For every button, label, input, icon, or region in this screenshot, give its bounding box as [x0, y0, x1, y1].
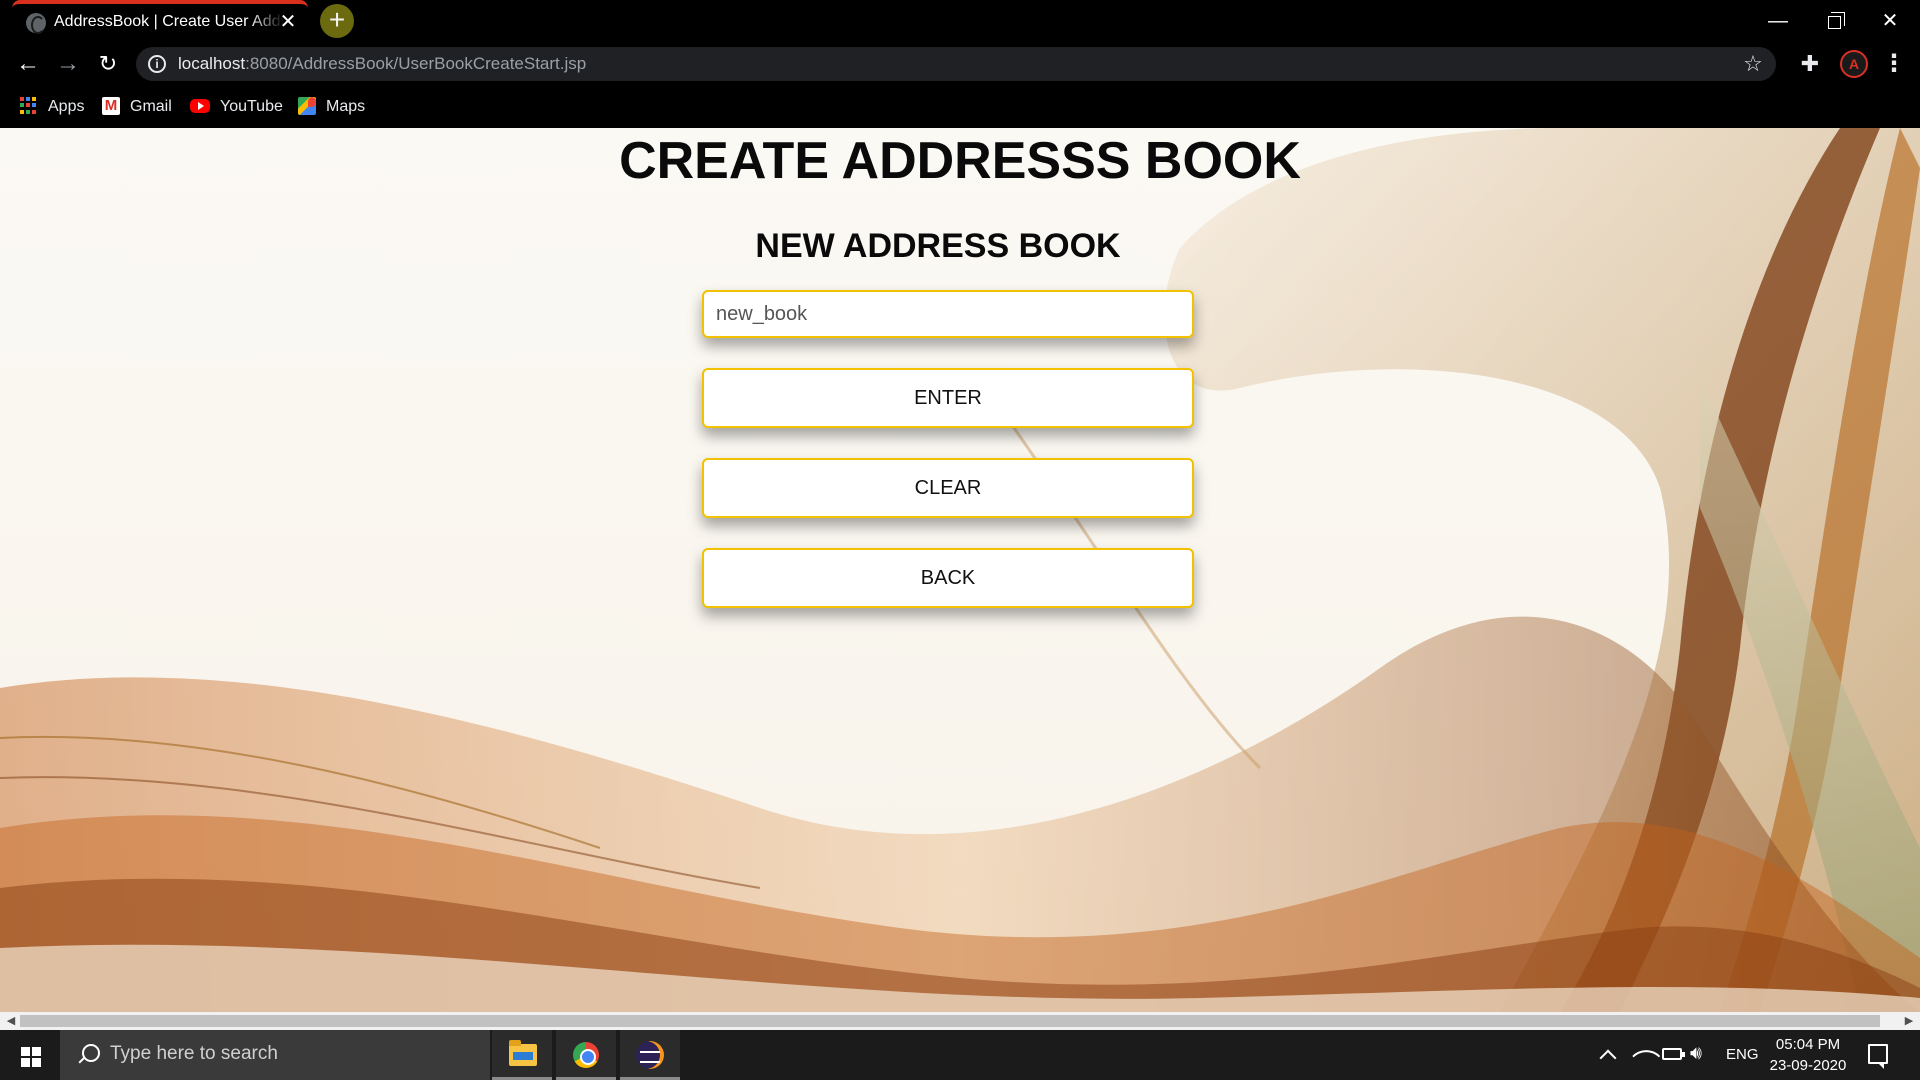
profile-avatar[interactable]: A: [1840, 50, 1868, 78]
language-indicator[interactable]: ENG: [1726, 1046, 1759, 1080]
youtube-icon: [190, 98, 210, 113]
scroll-right-icon[interactable]: ▶: [1900, 1012, 1918, 1030]
close-icon[interactable]: ✕: [276, 10, 300, 34]
clock-time: 05:04 PM: [1775, 1036, 1841, 1053]
forward-button[interactable]: →: [52, 48, 84, 80]
chevron-up-icon[interactable]: [1599, 1049, 1617, 1067]
apps-grid-icon: [20, 96, 38, 115]
clear-button[interactable]: CLEAR: [702, 458, 1194, 518]
browser-toolbar: ← → ↻ i localhost:8080/AddressBook/UserB…: [0, 42, 1920, 86]
restore-icon: [1827, 12, 1845, 29]
chrome-icon: [573, 1042, 599, 1068]
address-bar[interactable]: i localhost:8080/AddressBook/UserBookCre…: [136, 47, 1776, 81]
bookmark-label: Gmail: [130, 98, 172, 115]
bookmark-label: Maps: [326, 98, 366, 115]
arrow-right-icon: →: [56, 50, 80, 77]
start-button[interactable]: [0, 1030, 60, 1080]
page-title-text: CREATE ADDRESSS BOOK: [619, 132, 1301, 190]
clock[interactable]: 05:04 PM 23-09-2020: [1766, 1034, 1850, 1080]
arrow-left-icon: ←: [16, 50, 40, 77]
minimize-button[interactable]: —: [1752, 4, 1804, 38]
kebab-menu-icon[interactable]: ⋮: [1882, 50, 1906, 78]
horizontal-scrollbar[interactable]: ◀ ▶: [0, 1012, 1920, 1030]
eclipse-icon: [636, 1041, 664, 1069]
windows-taskbar: Type here to search 🔊︎ ENG 05:04 PM 23-0…: [0, 1030, 1920, 1080]
puzzle-icon[interactable]: ✚: [1796, 50, 1824, 78]
scroll-left-icon[interactable]: ◀: [2, 1012, 20, 1030]
taskbar-chrome[interactable]: [556, 1030, 616, 1080]
volume-icon[interactable]: 🔊︎: [1690, 1043, 1702, 1080]
page-favicon-icon: [26, 13, 46, 34]
search-placeholder: Type here to search: [110, 1043, 278, 1064]
tab-strip: AddressBook | Create User Address Book ✕…: [0, 0, 1920, 42]
bookmark-apps[interactable]: Apps: [20, 95, 84, 119]
wifi-icon[interactable]: [1632, 1046, 1652, 1064]
bookmark-youtube[interactable]: YouTube: [190, 95, 283, 119]
section-title: NEW ADDRESS BOOK: [755, 227, 1121, 265]
enter-button[interactable]: ENTER: [702, 368, 1194, 428]
window-close-button[interactable]: ✕: [1864, 4, 1916, 38]
maps-icon: [298, 96, 316, 115]
battery-icon[interactable]: [1662, 1048, 1685, 1060]
reload-button[interactable]: ↻: [92, 48, 124, 80]
gmail-icon: [102, 94, 120, 118]
notification-icon[interactable]: [1868, 1044, 1888, 1069]
back-page-button[interactable]: BACK: [702, 548, 1194, 608]
bookmark-label: Apps: [48, 98, 85, 115]
restore-button[interactable]: [1808, 4, 1860, 38]
bookmarks-bar: Apps Gmail YouTube Maps: [0, 86, 1920, 128]
url-path: :8080/AddressBook/UserBookCreateStart.js…: [245, 54, 587, 73]
bookmark-gmail[interactable]: Gmail: [102, 94, 172, 119]
new-tab-button[interactable]: +: [320, 4, 354, 38]
page-title: CREATE ADDRESSS BOOK: [0, 128, 1920, 194]
search-icon: [76, 1044, 100, 1066]
taskbar-search[interactable]: Type here to search: [60, 1030, 490, 1080]
url-text[interactable]: localhost:8080/AddressBook/UserBookCreat…: [178, 54, 586, 74]
clock-date: 23-09-2020: [1769, 1057, 1847, 1074]
bookmark-maps[interactable]: Maps: [298, 95, 365, 119]
url-host: localhost: [178, 54, 246, 73]
windows-logo-icon: [21, 1047, 41, 1067]
star-icon[interactable]: ☆: [1740, 51, 1766, 77]
taskbar-eclipse[interactable]: [620, 1030, 680, 1080]
back-button[interactable]: ←: [12, 48, 44, 80]
scrollbar-thumb[interactable]: [20, 1015, 1880, 1027]
bookmark-label: YouTube: [220, 98, 283, 115]
folder-icon: [509, 1040, 537, 1066]
reload-icon: ↻: [98, 51, 118, 76]
plus-icon: +: [328, 4, 346, 35]
taskbar-file-explorer[interactable]: [492, 1030, 552, 1080]
address-book-name-input[interactable]: [702, 290, 1194, 338]
tab-title: AddressBook | Create User Address Book: [54, 13, 284, 30]
page-viewport: CREATE ADDRESSS BOOK NEW ADDRESS BOOK EN…: [0, 128, 1920, 1012]
browser-tab[interactable]: AddressBook | Create User Address Book ✕: [12, 0, 308, 42]
info-icon[interactable]: i: [148, 55, 166, 73]
